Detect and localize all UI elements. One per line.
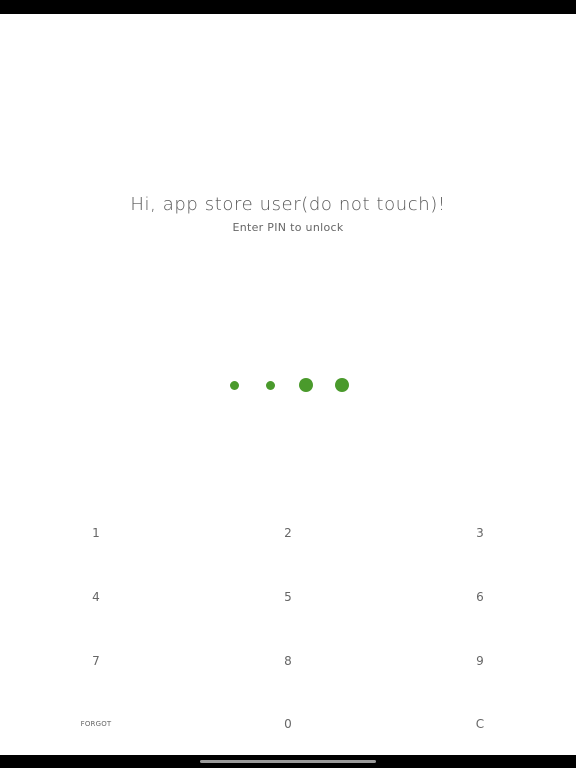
key-1[interactable]: 1 (36, 508, 156, 558)
clear-button[interactable]: C (420, 699, 540, 749)
key-8[interactable]: 8 (228, 636, 348, 686)
pin-dot (229, 380, 239, 390)
pin-dot (335, 378, 349, 392)
key-7[interactable]: 7 (36, 636, 156, 686)
unlock-instruction: Enter PIN to unlock (232, 221, 344, 234)
key-4[interactable]: 4 (36, 572, 156, 622)
pin-dot (299, 378, 313, 392)
key-9[interactable]: 9 (420, 636, 540, 686)
home-indicator[interactable] (200, 760, 376, 763)
key-2[interactable]: 2 (228, 508, 348, 558)
pin-keypad: 1 2 3 4 5 6 7 8 9 FORGOT 0 C (0, 500, 576, 756)
status-bar (0, 0, 576, 14)
pin-dot (265, 380, 275, 390)
key-5[interactable]: 5 (228, 572, 348, 622)
key-0[interactable]: 0 (228, 699, 348, 749)
key-6[interactable]: 6 (420, 572, 540, 622)
forgot-pin-button[interactable]: FORGOT (36, 699, 156, 749)
greeting-title: Hi, app store user(do not touch)! (130, 194, 446, 215)
key-3[interactable]: 3 (420, 508, 540, 558)
pin-indicator (0, 375, 576, 395)
